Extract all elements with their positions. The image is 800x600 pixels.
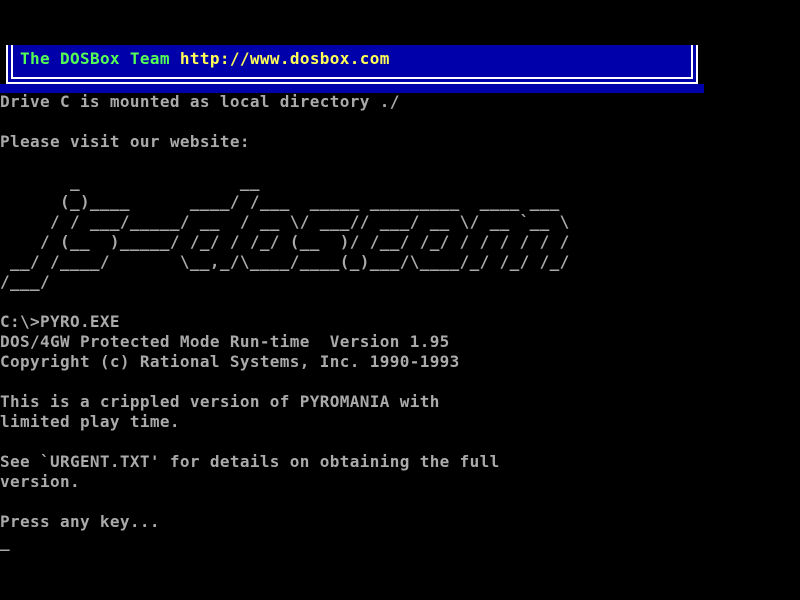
line-press-any-key: Press any key... bbox=[0, 512, 160, 532]
line-command-prompt: C:\>PYRO.EXE bbox=[0, 312, 120, 332]
dosbox-banner: The DOSBox Team http://www.dosbox.com bbox=[6, 45, 698, 84]
banner-text: The DOSBox Team http://www.dosbox.com bbox=[20, 49, 390, 69]
banner-url-text: http://www.dosbox.com bbox=[180, 49, 390, 68]
jsdos-ascii-logo: _ __ (_)____ ____/ /___ _____ _________ … bbox=[0, 172, 570, 292]
line-crippled-version-1: This is a crippled version of PYROMANIA … bbox=[0, 392, 440, 412]
line-dos4gw-version: DOS/4GW Protected Mode Run-time Version … bbox=[0, 332, 450, 352]
line-website-prompt: Please visit our website: bbox=[0, 132, 250, 152]
banner-team-label: The DOSBox Team bbox=[20, 49, 170, 68]
dos-terminal-screen[interactable]: The DOSBox Team http://www.dosbox.com Dri… bbox=[0, 0, 800, 600]
line-copyright: Copyright (c) Rational Systems, Inc. 199… bbox=[0, 352, 460, 372]
terminal-cursor: _ bbox=[0, 532, 10, 552]
line-drive-mounted: Drive C is mounted as local directory ./ bbox=[0, 92, 400, 112]
line-crippled-version-2: limited play time. bbox=[0, 412, 180, 432]
line-urgent-txt-2: version. bbox=[0, 472, 80, 492]
line-urgent-txt-1: See `URGENT.TXT' for details on obtainin… bbox=[0, 452, 500, 472]
